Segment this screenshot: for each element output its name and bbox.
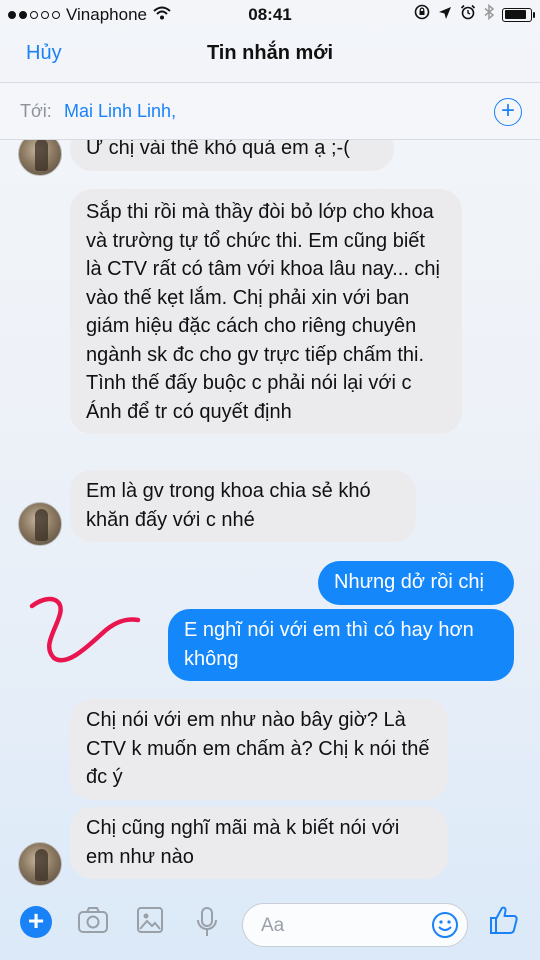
add-icon[interactable]: + <box>20 906 52 938</box>
emoji-icon[interactable] <box>431 911 459 944</box>
plus-icon: + <box>500 97 515 124</box>
photo-icon[interactable] <box>136 906 164 939</box>
bluetooth-icon <box>484 3 495 25</box>
battery-icon <box>502 7 535 22</box>
message-bubble-incoming[interactable]: Sắp thi rồi mà thầy đòi bỏ lớp cho khoa … <box>70 189 462 434</box>
avatar[interactable] <box>18 842 62 886</box>
add-recipient-button[interactable]: + <box>494 98 522 126</box>
thumbs-up-icon[interactable] <box>488 904 520 941</box>
message-bubble-incoming[interactable]: Ư chị vài thê khó quá em ạ ;-( <box>70 140 394 171</box>
message-input-placeholder: Aa <box>261 915 285 936</box>
message-bubble-incoming[interactable]: Chị cũng nghĩ mãi mà k biết nói với em n… <box>70 807 448 879</box>
nav-bar: Hủy Tin nhắn mới <box>0 30 540 80</box>
recipient-row: Tới: Mai Linh Linh, + <box>0 82 540 140</box>
microphone-icon[interactable] <box>196 906 218 943</box>
status-right <box>414 3 535 25</box>
page-title: Tin nhắn mới <box>206 42 334 64</box>
alarm-icon <box>460 4 476 25</box>
location-icon <box>438 5 452 25</box>
handwritten-annotation <box>29 596 141 663</box>
message-bubble-incoming[interactable]: Chị nói với em như nào bây giờ? Là CTV k… <box>70 699 448 800</box>
avatar[interactable] <box>18 502 62 546</box>
camera-icon[interactable] <box>77 906 109 939</box>
message-bubble-incoming[interactable]: Em là gv trong khoa chia sẻ khó khăn đấy… <box>70 470 416 542</box>
rotation-lock-icon <box>414 4 430 25</box>
recipient-label: Tới: <box>20 101 52 121</box>
message-input[interactable]: Aa <box>242 903 468 947</box>
avatar[interactable] <box>18 140 62 176</box>
message-composer: + Aa <box>0 890 540 960</box>
message-thread[interactable]: Ư chị vài thê khó quá em ạ ;-( Sắp thi r… <box>0 140 540 890</box>
message-bubble-outgoing[interactable]: Nhưng dở rồi chị <box>318 561 514 605</box>
message-bubble-outgoing[interactable]: E nghĩ nói với em thì có hay hơn không <box>168 609 514 681</box>
battery-level <box>504 10 526 19</box>
status-bar: Vinaphone 08:41 <box>0 0 540 30</box>
recipient-chip[interactable]: Mai Linh Linh, <box>64 101 176 122</box>
